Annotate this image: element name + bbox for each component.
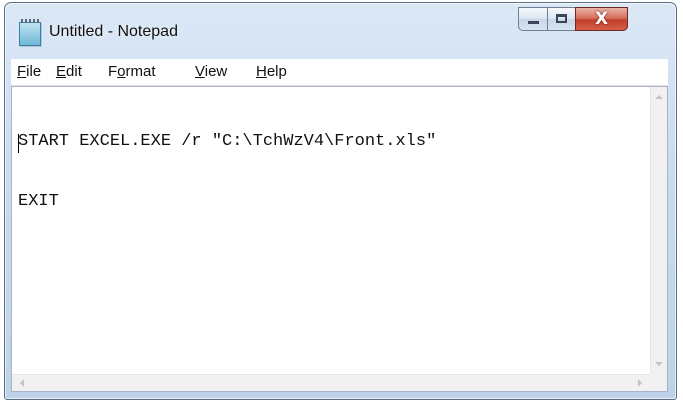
text-editor[interactable]: START EXCEL.EXE /r "C:\TchWzV4\Front.xls… xyxy=(11,86,668,392)
vertical-scrollbar[interactable] xyxy=(650,87,667,374)
maximize-button[interactable] xyxy=(547,7,576,31)
scroll-left-icon[interactable] xyxy=(20,379,24,387)
notepad-icon[interactable] xyxy=(19,19,41,46)
minimize-button[interactable] xyxy=(518,7,548,31)
scroll-right-icon[interactable] xyxy=(638,379,642,387)
close-icon: X xyxy=(594,9,609,29)
editor-line-2: EXIT xyxy=(18,192,59,211)
close-button[interactable]: X xyxy=(575,7,628,31)
maximize-icon xyxy=(556,14,567,23)
editor-text[interactable]: START EXCEL.EXE /r "C:\TchWzV4\Front.xls… xyxy=(18,92,638,252)
menu-view[interactable]: View xyxy=(195,63,227,80)
menu-bar: File Edit Format View Help xyxy=(11,59,668,86)
scroll-up-icon[interactable] xyxy=(655,95,663,99)
menu-file[interactable]: File xyxy=(17,63,41,80)
size-grip[interactable] xyxy=(650,374,667,391)
scroll-down-icon[interactable] xyxy=(655,362,663,366)
text-caret xyxy=(18,134,19,153)
menu-help[interactable]: Help xyxy=(256,63,287,80)
minimize-icon xyxy=(528,21,539,24)
title-bar[interactable]: Untitled - Notepad X xyxy=(5,3,676,59)
menu-format[interactable]: Format xyxy=(108,63,156,80)
horizontal-scrollbar[interactable] xyxy=(12,374,650,391)
editor-line-1: START EXCEL.EXE /r "C:\TchWzV4\Front.xls… xyxy=(18,132,437,151)
menu-edit[interactable]: Edit xyxy=(56,63,82,80)
notepad-window: Untitled - Notepad X File Edit Format Vi… xyxy=(4,2,677,400)
window-title: Untitled - Notepad xyxy=(49,23,178,40)
